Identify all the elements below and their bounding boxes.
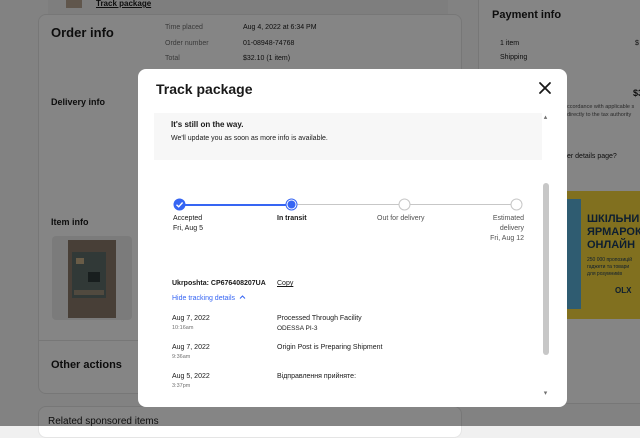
copy-button[interactable]: Copy (277, 280, 293, 287)
event-location: ODESSA PI-3 (277, 325, 318, 332)
carrier-line: Ukrposhta: CP676408207UA (172, 280, 266, 287)
step-accepted-check-icon (173, 198, 186, 211)
event-date: Aug 5, 2022 (172, 373, 210, 380)
event-time: 10:16am (172, 325, 194, 331)
step-estimated-label: Estimated (492, 215, 524, 222)
status-banner: It's still on the way. We'll update you … (154, 113, 542, 160)
event-description: Processed Through Facility (277, 315, 362, 322)
modal-scrollbar[interactable]: ▴ ▾ (541, 113, 550, 399)
step-in-transit-icon (285, 198, 298, 211)
tracker-line-done (179, 204, 292, 206)
event-date: Aug 7, 2022 (172, 344, 210, 351)
banner-title: It's still on the way. (171, 120, 244, 129)
banner-subtitle: We'll update you as soon as more info is… (171, 135, 328, 142)
step-in-transit-label: In transit (277, 215, 307, 222)
event-date: Aug 7, 2022 (172, 315, 210, 322)
close-icon[interactable] (536, 79, 554, 97)
carrier-name: Ukrposhta: (172, 280, 209, 287)
event-description: Origin Post is Preparing Shipment (277, 344, 383, 351)
step-estimated-sub: delivery (499, 225, 524, 232)
scroll-up-icon[interactable]: ▴ (541, 113, 550, 122)
step-accepted-date: Fri, Aug 5 (173, 225, 203, 232)
step-estimated-delivery-icon (510, 198, 523, 211)
step-out-for-delivery-label: Out for delivery (377, 215, 425, 222)
track-package-modal: Track package It's still on the way. We'… (138, 69, 567, 407)
step-estimated-date: Fri, Aug 12 (490, 235, 524, 242)
step-accepted-label: Accepted (173, 215, 203, 222)
hide-tracking-details-link[interactable]: Hide tracking details (172, 294, 246, 302)
event-time: 9:36am (172, 354, 191, 360)
event-description: Відправлення прийняте: (277, 373, 357, 380)
scrollbar-thumb[interactable] (543, 183, 549, 355)
scroll-down-icon[interactable]: ▾ (541, 389, 550, 398)
hide-details-label: Hide tracking details (172, 295, 236, 302)
modal-title: Track package (156, 81, 253, 97)
tracking-number: CP676408207UA (210, 280, 266, 287)
step-out-for-delivery-icon (398, 198, 411, 211)
event-time: 3:37pm (172, 383, 191, 389)
chevron-up-icon (239, 295, 246, 299)
